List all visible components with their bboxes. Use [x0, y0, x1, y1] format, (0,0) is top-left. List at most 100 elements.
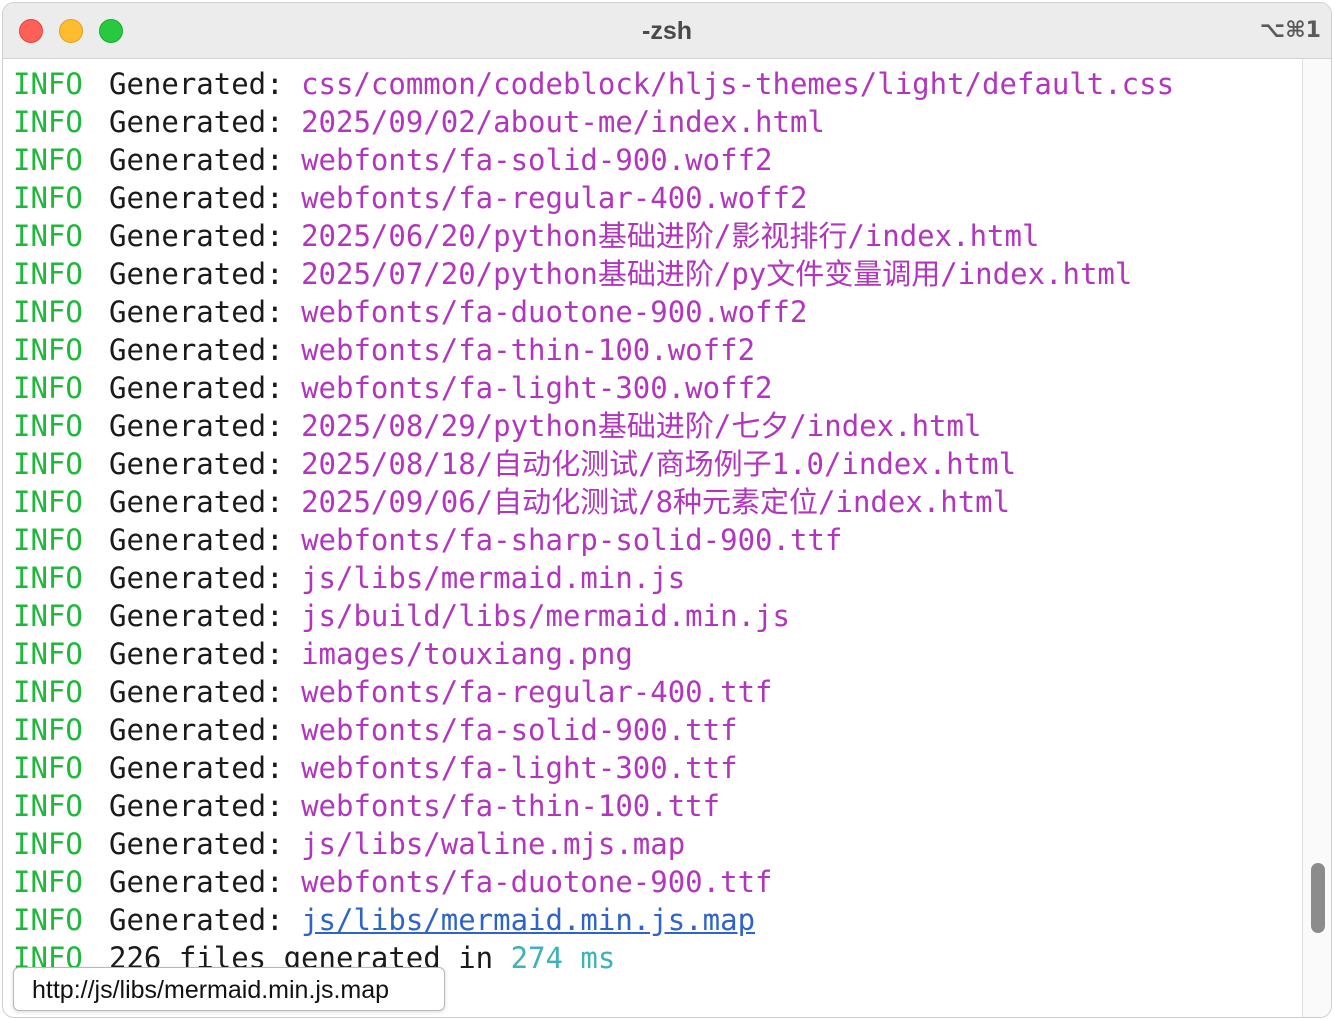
file-path: webfonts/fa-duotone-900.ttf	[301, 865, 773, 899]
log-message: Generated:	[109, 333, 284, 367]
log-level: INFO	[13, 219, 83, 253]
log-line: INFO Generated: 2025/09/06/自动化测试/8种元素定位/i…	[13, 483, 1293, 521]
file-path: 2025/07/20/python基础进阶/py文件变量调用/index.htm…	[301, 257, 1133, 291]
log-level: INFO	[13, 105, 83, 139]
file-path: webfonts/fa-thin-100.ttf	[301, 789, 721, 823]
log-message: Generated:	[109, 447, 284, 481]
log-level: INFO	[13, 675, 83, 709]
window-shortcut-label: ⌥⌘1	[1259, 18, 1321, 43]
log-level: INFO	[13, 789, 83, 823]
file-path: webfonts/fa-solid-900.ttf	[301, 713, 738, 747]
scrollbar-thumb[interactable]	[1311, 863, 1325, 933]
title-bar: -zsh ⌥⌘1	[3, 3, 1331, 59]
log-line: INFO Generated: webfonts/fa-duotone-900.t…	[13, 863, 1293, 901]
log-message: Generated:	[109, 485, 284, 519]
log-message: Generated:	[109, 637, 284, 671]
log-line: INFO Generated: 2025/07/20/python基础进阶/py文…	[13, 255, 1293, 293]
log-line: INFO Generated: 2025/08/29/python基础进阶/七夕/…	[13, 407, 1293, 445]
file-path: webfonts/fa-thin-100.woff2	[301, 333, 756, 367]
file-path: 2025/08/18/自动化测试/商场例子1.0/index.html	[301, 447, 1017, 481]
log-level: INFO	[13, 713, 83, 747]
file-path: js/libs/waline.mjs.map	[301, 827, 686, 861]
log-message: Generated:	[109, 903, 284, 937]
log-line: INFO Generated: css/common/codeblock/hljs…	[13, 65, 1293, 103]
log-level: INFO	[13, 143, 83, 177]
log-message: Generated:	[109, 67, 284, 101]
log-line: INFO Generated: webfonts/fa-regular-400.t…	[13, 673, 1293, 711]
log-message: Generated:	[109, 675, 284, 709]
log-message: Generated:	[109, 827, 284, 861]
log-level: INFO	[13, 333, 83, 367]
log-level: INFO	[13, 523, 83, 557]
log-level: INFO	[13, 447, 83, 481]
file-path: webfonts/fa-light-300.woff2	[301, 371, 773, 405]
log-line: INFO Generated: webfonts/fa-solid-900.ttf	[13, 711, 1293, 749]
log-message: Generated:	[109, 865, 284, 899]
log-line: INFO Generated: webfonts/fa-light-300.ttf	[13, 749, 1293, 787]
log-line: INFO Generated: webfonts/fa-regular-400.w…	[13, 179, 1293, 217]
log-message: Generated:	[109, 789, 284, 823]
log-level: INFO	[13, 561, 83, 595]
log-lines: INFO Generated: css/common/codeblock/hljs…	[13, 65, 1293, 939]
file-path: webfonts/fa-light-300.ttf	[301, 751, 738, 785]
log-level: INFO	[13, 865, 83, 899]
file-path: webfonts/fa-regular-400.woff2	[301, 181, 808, 215]
log-line: INFO Generated: webfonts/fa-thin-100.woff…	[13, 331, 1293, 369]
log-line: INFO Generated: webfonts/fa-duotone-900.w…	[13, 293, 1293, 331]
log-level: INFO	[13, 257, 83, 291]
log-message: Generated:	[109, 751, 284, 785]
log-level: INFO	[13, 67, 83, 101]
file-path: 2025/06/20/python基础进阶/影视排行/index.html	[301, 219, 1040, 253]
log-message: Generated:	[109, 561, 284, 595]
log-message: Generated:	[109, 409, 284, 443]
log-level: INFO	[13, 485, 83, 519]
file-path: webfonts/fa-regular-400.ttf	[301, 675, 773, 709]
log-level: INFO	[13, 903, 83, 937]
log-message: Generated:	[109, 181, 284, 215]
log-message: Generated:	[109, 219, 284, 253]
file-path: css/common/codeblock/hljs-themes/light/d…	[301, 67, 1175, 101]
log-message: Generated:	[109, 295, 284, 329]
summary-time: 274 ms	[510, 941, 616, 975]
file-path: webfonts/fa-duotone-900.woff2	[301, 295, 808, 329]
log-message: Generated:	[109, 599, 284, 633]
file-path: webfonts/fa-sharp-solid-900.ttf	[301, 523, 843, 557]
file-path: js/libs/mermaid.min.js	[301, 561, 686, 595]
file-path: images/touxiang.png	[301, 637, 633, 671]
log-line: INFO Generated: 2025/09/02/about-me/index…	[13, 103, 1293, 141]
log-level: INFO	[13, 637, 83, 671]
terminal-output[interactable]: INFO Generated: css/common/codeblock/hljs…	[13, 65, 1293, 1015]
log-line: INFO Generated: 2025/08/18/自动化测试/商场例子1.0/…	[13, 445, 1293, 483]
log-level: INFO	[13, 827, 83, 861]
log-line: INFO Generated: js/libs/mermaid.min.js	[13, 559, 1293, 597]
log-line: INFO Generated: webfonts/fa-thin-100.ttf	[13, 787, 1293, 825]
log-level: INFO	[13, 181, 83, 215]
log-line: INFO Generated: images/touxiang.png	[13, 635, 1293, 673]
log-level: INFO	[13, 371, 83, 405]
log-line: INFO Generated: js/build/libs/mermaid.min…	[13, 597, 1293, 635]
log-level: INFO	[13, 599, 83, 633]
vertical-scrollbar[interactable]	[1302, 59, 1331, 1017]
log-line: INFO Generated: 2025/06/20/python基础进阶/影视排…	[13, 217, 1293, 255]
log-line: INFO Generated: webfonts/fa-solid-900.wof…	[13, 141, 1293, 179]
log-line: INFO Generated: webfonts/fa-light-300.wof…	[13, 369, 1293, 407]
file-path: webfonts/fa-solid-900.woff2	[301, 143, 773, 177]
log-line: INFO Generated: js/libs/mermaid.min.js.ma…	[13, 901, 1293, 939]
terminal-window: -zsh ⌥⌘1 INFO Generated: css/common/codeb…	[2, 2, 1332, 1018]
file-path-link[interactable]: js/libs/mermaid.min.js.map	[301, 903, 755, 937]
file-path: 2025/08/29/python基础进阶/七夕/index.html	[301, 409, 982, 443]
log-message: Generated:	[109, 105, 284, 139]
log-message: Generated:	[109, 257, 284, 291]
log-message: Generated:	[109, 713, 284, 747]
log-message: Generated:	[109, 371, 284, 405]
log-level: INFO	[13, 751, 83, 785]
file-path: 2025/09/06/自动化测试/8种元素定位/index.html	[301, 485, 1011, 519]
log-line: INFO Generated: webfonts/fa-sharp-solid-9…	[13, 521, 1293, 559]
log-message: Generated:	[109, 143, 284, 177]
log-message: Generated:	[109, 523, 284, 557]
link-tooltip: http://js/libs/mermaid.min.js.map	[13, 967, 445, 1011]
window-title: -zsh	[642, 17, 692, 45]
file-path: js/build/libs/mermaid.min.js	[301, 599, 790, 633]
log-level: INFO	[13, 409, 83, 443]
log-level: INFO	[13, 295, 83, 329]
